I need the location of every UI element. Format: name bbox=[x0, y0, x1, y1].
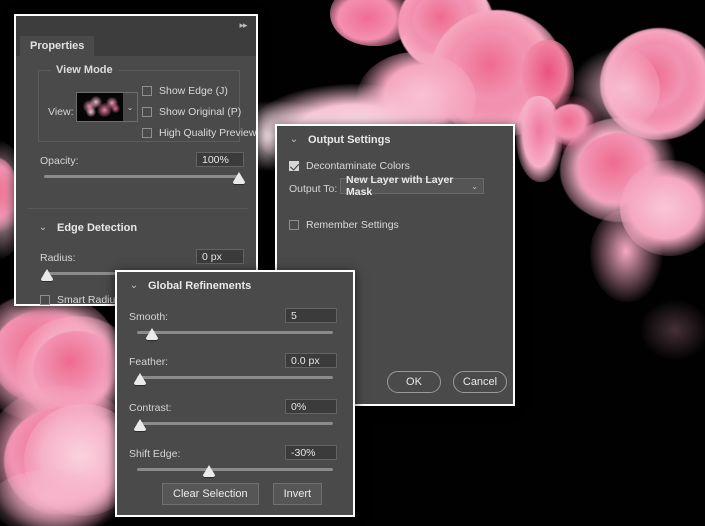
feather-slider[interactable] bbox=[134, 371, 333, 385]
smart-radius-checkbox-box[interactable] bbox=[40, 295, 50, 305]
checkbox-high-quality-preview[interactable]: High Quality Preview bbox=[142, 127, 256, 139]
feather-value-field[interactable]: 0.0 px bbox=[285, 353, 337, 368]
checkbox-show-original[interactable]: Show Original (P) bbox=[142, 106, 241, 118]
section-output-settings[interactable]: ⌄ Output Settings bbox=[289, 134, 391, 146]
radius-value-field[interactable]: 0 px bbox=[196, 249, 244, 264]
smart-radius-label: Smart Radius bbox=[57, 294, 121, 306]
shift-edge-slider-track bbox=[137, 468, 333, 471]
opacity-slider-thumb[interactable] bbox=[233, 172, 245, 184]
output-settings-title: Output Settings bbox=[308, 134, 391, 146]
chevron-down-icon[interactable]: ⌄ bbox=[471, 182, 478, 191]
shift-edge-slider-thumb[interactable] bbox=[203, 465, 215, 477]
opacity-label: Opacity: bbox=[40, 155, 79, 167]
smooth-slider-track bbox=[137, 331, 333, 334]
contrast-slider-thumb[interactable] bbox=[134, 419, 146, 431]
checkbox-remember-settings[interactable]: Remember Settings bbox=[289, 219, 399, 231]
high-quality-preview-checkbox-box[interactable] bbox=[142, 128, 152, 138]
checkbox-show-edge[interactable]: Show Edge (J) bbox=[142, 85, 228, 97]
smooth-value-field[interactable]: 5 bbox=[285, 308, 337, 323]
chevron-down-icon[interactable]: ⌄ bbox=[38, 223, 48, 233]
properties-tabstrip: Properties bbox=[16, 36, 256, 56]
view-label: View: bbox=[48, 106, 74, 118]
show-edge-label: Show Edge (J) bbox=[159, 85, 228, 97]
contrast-label: Contrast: bbox=[129, 402, 172, 414]
radius-slider-thumb[interactable] bbox=[41, 269, 53, 281]
contrast-value-field[interactable]: 0% bbox=[285, 399, 337, 414]
section-edge-detection[interactable]: ⌄ Edge Detection bbox=[38, 222, 137, 234]
smooth-label: Smooth: bbox=[129, 311, 169, 323]
feather-slider-thumb[interactable] bbox=[134, 373, 146, 385]
properties-titlebar: ▸▸ bbox=[16, 16, 256, 36]
contrast-slider-track bbox=[137, 422, 333, 425]
ok-button[interactable]: OK bbox=[387, 371, 441, 393]
show-edge-checkbox-box[interactable] bbox=[142, 86, 152, 96]
collapse-panel-icon[interactable]: ▸▸ bbox=[236, 20, 250, 31]
show-original-label: Show Original (P) bbox=[159, 106, 242, 118]
show-original-checkbox-box[interactable] bbox=[142, 107, 152, 117]
decontaminate-colors-label: Decontaminate Colors bbox=[306, 160, 410, 172]
output-to-dropdown[interactable]: New Layer with Layer Mask ⌄ bbox=[340, 174, 484, 198]
shift-edge-value-field[interactable]: -30% bbox=[285, 445, 337, 460]
opacity-value-field[interactable]: 100% bbox=[196, 152, 244, 167]
global-refinements-body: ⌄ Global Refinements Smooth: 5 Feather: … bbox=[117, 272, 353, 515]
contrast-slider[interactable] bbox=[134, 417, 333, 431]
properties-body: View Mode View: ⌄ Show Edge (J) Show Ori… bbox=[16, 56, 256, 306]
view-preset-caret-icon[interactable]: ⌄ bbox=[123, 93, 137, 121]
checkbox-decontaminate-colors[interactable]: Decontaminate Colors bbox=[289, 160, 410, 172]
properties-divider bbox=[28, 208, 248, 209]
opacity-slider[interactable] bbox=[44, 170, 245, 184]
global-refinements-title: Global Refinements bbox=[148, 280, 252, 292]
view-mode-legend: View Mode bbox=[51, 64, 118, 76]
tab-properties[interactable]: Properties bbox=[20, 36, 95, 56]
chevron-down-icon[interactable]: ⌄ bbox=[289, 135, 299, 145]
feather-label: Feather: bbox=[129, 356, 169, 368]
global-refinements-panel: ⌄ Global Refinements Smooth: 5 Feather: … bbox=[115, 270, 355, 517]
output-to-label: Output To: bbox=[289, 183, 338, 195]
remember-settings-checkbox-box[interactable] bbox=[289, 220, 299, 230]
shift-edge-slider[interactable] bbox=[137, 463, 333, 477]
feather-slider-track bbox=[137, 376, 333, 379]
remember-settings-label: Remember Settings bbox=[306, 219, 399, 231]
smooth-slider-thumb[interactable] bbox=[146, 328, 158, 340]
output-to-value: New Layer with Layer Mask bbox=[346, 174, 454, 198]
edge-detection-title: Edge Detection bbox=[57, 222, 138, 234]
view-preset-combo[interactable]: ⌄ bbox=[76, 92, 138, 122]
screenshot-root: ▸▸ Properties View Mode View: ⌄ Show Edg… bbox=[0, 0, 705, 526]
clear-selection-button[interactable]: Clear Selection bbox=[162, 483, 259, 505]
chevron-down-icon[interactable]: ⌄ bbox=[129, 281, 139, 291]
decontaminate-colors-checkbox-box[interactable] bbox=[289, 161, 299, 171]
opacity-slider-track bbox=[44, 175, 240, 178]
global-button-row: Clear Selection Invert bbox=[162, 483, 323, 505]
smooth-slider[interactable] bbox=[137, 326, 333, 340]
radius-label: Radius: bbox=[40, 252, 76, 264]
high-quality-preview-label: High Quality Preview bbox=[159, 127, 257, 139]
shift-edge-label: Shift Edge: bbox=[129, 448, 181, 460]
cancel-button[interactable]: Cancel bbox=[453, 371, 507, 393]
properties-panel: ▸▸ Properties View Mode View: ⌄ Show Edg… bbox=[14, 14, 258, 306]
section-global-refinements[interactable]: ⌄ Global Refinements bbox=[129, 280, 252, 292]
view-thumbnail bbox=[77, 93, 123, 121]
checkbox-smart-radius[interactable]: Smart Radius bbox=[40, 294, 121, 306]
output-button-row: OK Cancel bbox=[387, 371, 507, 393]
invert-button[interactable]: Invert bbox=[272, 483, 323, 505]
